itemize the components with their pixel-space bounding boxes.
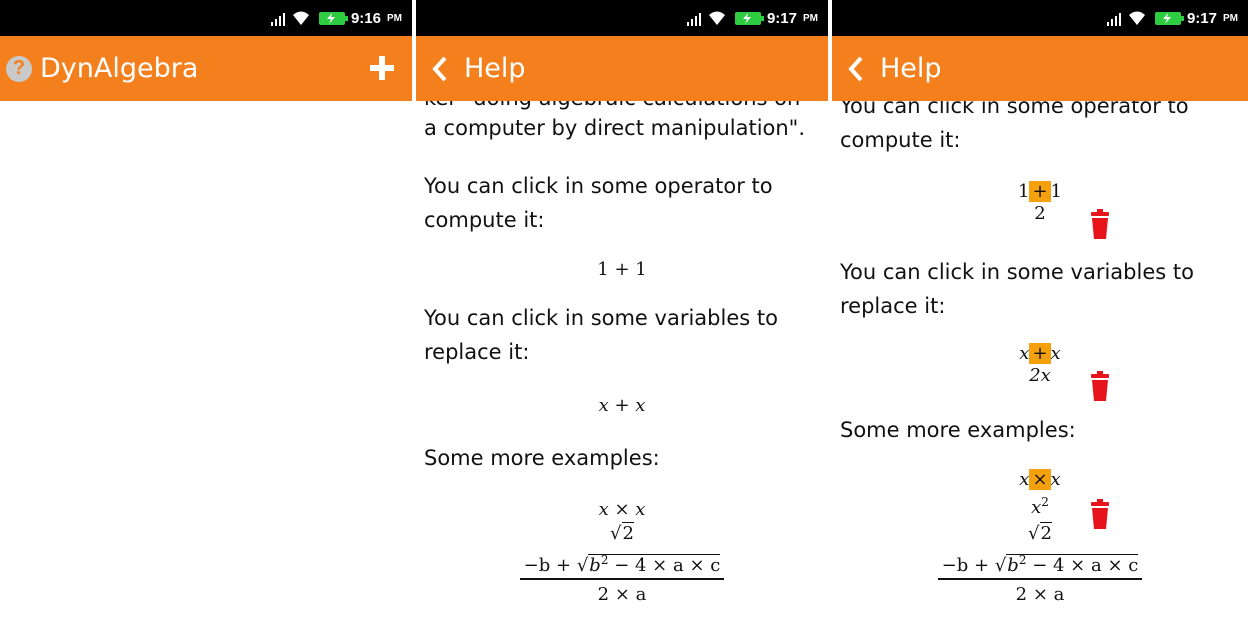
example-x-times-x-evaluated[interactable]: x × x x2 [832,469,1248,519]
status-ampm: PM [1223,12,1238,24]
add-button[interactable] [366,52,398,84]
help-text-more: Some more examples: [424,446,660,470]
wifi-icon [1128,11,1145,25]
battery-icon [318,11,348,25]
help-text-operator-b: compute it: [840,128,961,152]
help-text-more: Some more examples: [840,418,1076,442]
example-quadratic[interactable]: −b + √b2 − 4 × a × c 2 × a [832,553,1248,605]
status-time: 9:17 [1186,9,1217,27]
battery-icon [1154,11,1184,25]
help-text-intro: a computer by direct manipulation". [424,116,806,140]
help-content: ker "doing algebraic calculations on a c… [416,101,828,620]
app-bar: Help [416,36,828,101]
highlighted-operator[interactable]: + [1029,181,1051,202]
example-sqrt-2[interactable]: √2 [832,522,1248,544]
status-time: 9:17 [766,9,797,27]
status-ampm: PM [387,12,402,24]
app-title: DynAlgebra [40,53,199,84]
page-title: Help [880,53,942,84]
app-bar: Help [832,36,1248,101]
help-text-operator: You can click in some operator to comput… [424,174,773,232]
signal-icon [686,10,701,26]
example-quadratic[interactable]: −b + √b2 − 4 × a × c 2 × a [416,553,828,605]
signal-icon [270,10,285,26]
page-title: Help [464,53,526,84]
example-one-plus-one-evaluated[interactable]: 1 +1 2 [832,181,1248,225]
help-text-operator-a: You can click in some operator to [840,101,1189,118]
status-bar: 9:16 PM [0,0,412,36]
example-x-times-x[interactable]: x × x [416,499,828,520]
wifi-icon [292,11,309,25]
trash-icon[interactable] [1090,371,1110,401]
wifi-icon [708,11,725,25]
signal-icon [1106,10,1121,26]
help-screen-2: 9:17 PM Help You can click in some opera… [832,0,1248,620]
help-content: You can click in some operator to comput… [832,101,1248,620]
status-ampm: PM [803,12,818,24]
example-sqrt-2[interactable]: √2 [416,522,828,544]
status-time: 9:16 [350,9,381,27]
example-one-plus-one[interactable]: 1 + 1 [416,259,828,280]
highlighted-operator[interactable]: + [1029,343,1051,364]
main-content [0,101,412,620]
help-screen-1: 9:17 PM Help ker "doing algebraic calcul… [416,0,828,620]
trash-icon[interactable] [1090,209,1110,239]
back-button[interactable] [844,54,868,84]
highlighted-operator[interactable]: × [1029,469,1051,490]
example-x-plus-x-evaluated[interactable]: x + x 2x [832,343,1248,387]
main-screen: 9:16 PM ? DynAlgebra [0,0,412,620]
status-bar: 9:17 PM [832,0,1248,36]
help-text-variables: You can click in some variables to repla… [424,306,778,364]
help-text-variables-b: replace it: [840,294,946,318]
question-icon[interactable]: ? [6,55,32,82]
example-x-plus-x[interactable]: x + x [416,395,828,416]
help-text-variables-a: You can click in some variables to [840,260,1194,284]
app-bar: ? DynAlgebra [0,36,412,101]
status-bar: 9:17 PM [416,0,828,36]
back-button[interactable] [428,54,452,84]
battery-icon [734,11,764,25]
